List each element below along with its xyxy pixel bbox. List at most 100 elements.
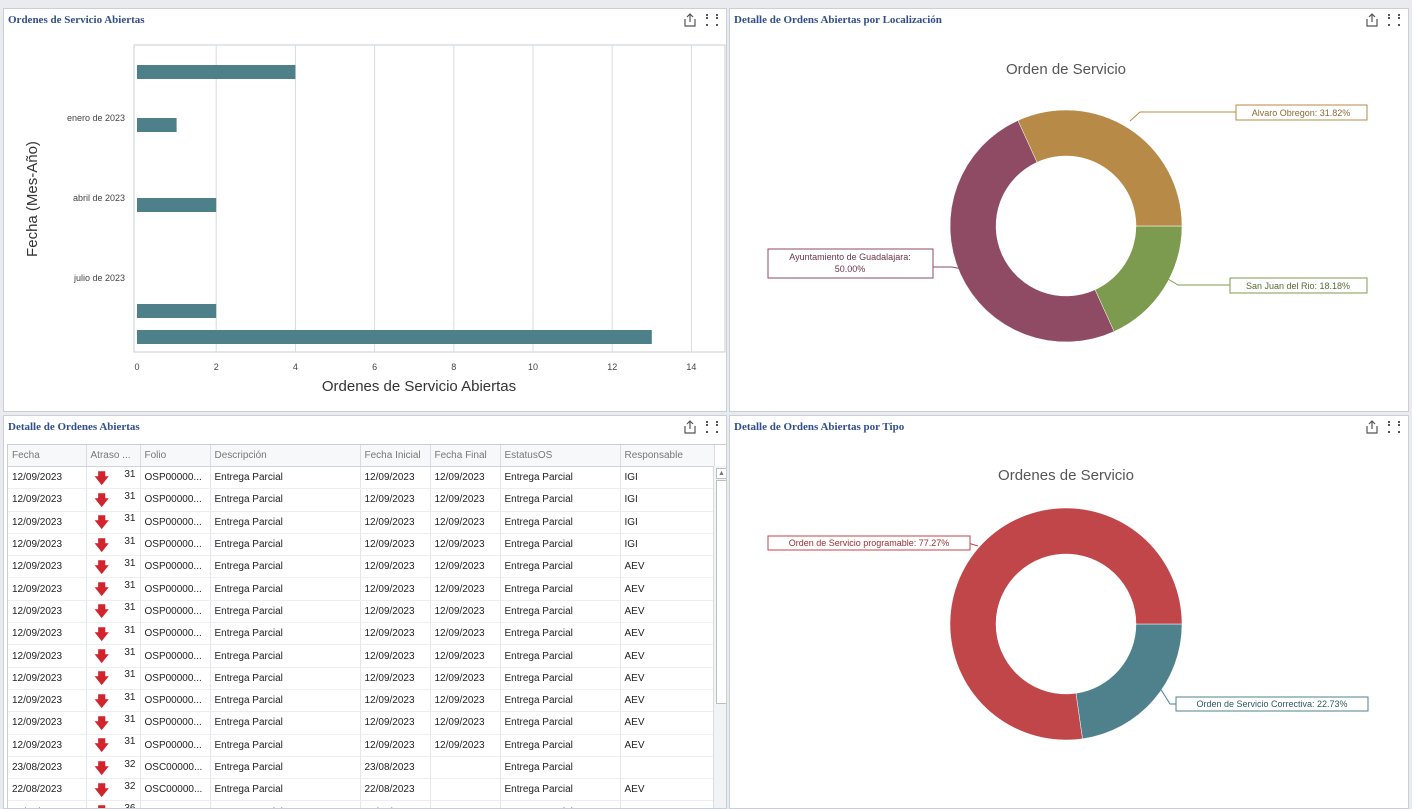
- table-cell: 25/04/2023: [8, 800, 87, 808]
- table-cell: IGI: [620, 511, 715, 534]
- table-row[interactable]: 22/08/2023 🡇 32 OSC00000... Entrega Parcial 2…: [8, 778, 715, 802]
- table-cell: 🡇 36: [86, 800, 141, 808]
- table-row[interactable]: 12/09/2023 🡇 31 OSP00000... Entrega Parcial 1…: [8, 533, 715, 557]
- scroll-thumb[interactable]: [716, 480, 726, 704]
- scroll-up-icon[interactable]: ▲: [716, 468, 726, 479]
- table-row[interactable]: 12/09/2023 🡇 31 OSP00000... Entrega Parcial 1…: [8, 644, 715, 668]
- table-row[interactable]: 12/09/2023 🡇 31 OSP00000... Entrega Parcial 1…: [8, 466, 715, 490]
- delay-value: 31: [124, 736, 136, 748]
- y-tick-label: abril de 2023: [73, 193, 125, 203]
- vertical-scrollbar[interactable]: ▲: [713, 466, 726, 808]
- delay-value: 31: [124, 557, 136, 569]
- table-cell: 🡇 31: [86, 711, 141, 735]
- table-cell: 12/09/2023: [360, 555, 431, 579]
- table-cell: 12/09/2023: [360, 711, 431, 735]
- column-header[interactable]: Fecha: [8, 445, 87, 467]
- table-cell: OSP00000...: [140, 533, 211, 557]
- table-cell: OSP00000...: [140, 644, 211, 668]
- table-cell: [430, 800, 501, 808]
- table-cell: Entrega Parcial: [500, 734, 621, 757]
- x-tick-label: 0: [134, 362, 139, 372]
- table-row[interactable]: 25/04/2023🡇36OSC00000...Entrega Parcial2…: [8, 800, 715, 808]
- table-cell: 12/09/2023: [8, 734, 87, 757]
- y-axis-label: Fecha (Mes-Año): [24, 141, 41, 257]
- table-row[interactable]: 23/08/2023 🡇 32 OSC00000... Entrega Parcial 2…: [8, 756, 715, 780]
- table-row[interactable]: 12/09/2023 🡇 31 OSP00000... Entrega Parcial 1…: [8, 711, 715, 735]
- column-header[interactable]: EstatusOS: [500, 445, 621, 467]
- table-cell: 23/08/2023: [8, 756, 87, 780]
- table-row[interactable]: 12/09/2023 🡇 31 OSP00000... Entrega Parcial 1…: [8, 689, 715, 713]
- orders-grid: Fecha Atraso ... Folio Descripción Fecha Ini…: [7, 444, 726, 808]
- table-cell: Entrega Parcial: [500, 466, 621, 490]
- table-cell: 12/09/2023: [430, 689, 501, 713]
- donut-slice: [1094, 225, 1183, 332]
- table-cell: 12/09/2023: [8, 488, 87, 512]
- table-cell: 12/09/2023: [360, 577, 431, 601]
- down-arrow-icon: 🡇: [94, 714, 109, 731]
- table-row[interactable]: 12/09/2023 🡇 31 OSP00000... Entrega Parcial 1…: [8, 555, 715, 579]
- table-cell: OSC00000...: [140, 756, 211, 780]
- table-cell: [430, 756, 501, 780]
- down-arrow-icon: 🡇: [94, 536, 109, 553]
- delay-value: 31: [124, 580, 136, 592]
- label-programable: Orden de Servicio programable: 77.27%: [789, 538, 950, 548]
- table-cell: 🡇 32: [86, 778, 141, 802]
- table-cell: AEV: [620, 644, 715, 668]
- label-ayuntamiento-line1: Ayuntamiento de Guadalajara:: [789, 252, 910, 262]
- table-row[interactable]: 12/09/2023 🡇 31 OSP00000... Entrega Parcial 1…: [8, 577, 715, 601]
- table-cell: 12/09/2023: [8, 689, 87, 713]
- table-cell: OSP00000...: [140, 511, 211, 534]
- table-cell: OSP00000...: [140, 711, 211, 735]
- table-cell: 12/09/2023: [360, 734, 431, 757]
- column-header[interactable]: Atraso ...: [86, 445, 141, 467]
- leader-line-correctiva: [1159, 687, 1176, 705]
- x-tick-label: 8: [451, 362, 456, 372]
- table-cell: 🡇 31: [86, 577, 141, 601]
- table-cell: Entrega Parcial: [210, 689, 361, 713]
- bar: [137, 330, 652, 344]
- table-cell: 12/09/2023: [8, 555, 87, 579]
- orders-table: Fecha Atraso ... Folio Descripción Fecha Ini…: [8, 445, 715, 808]
- table-row[interactable]: 12/09/2023 🡇 31 OSP00000... Entrega Parcial 1…: [8, 511, 715, 534]
- table-cell: OSP00000...: [140, 689, 211, 713]
- table-cell: Entrega Parcial: [500, 622, 621, 646]
- column-header[interactable]: Folio: [140, 445, 211, 467]
- table-cell: Entrega Parcial: [210, 778, 361, 802]
- table-cell: AEV: [620, 689, 715, 713]
- x-tick-label: 2: [214, 362, 219, 372]
- table-row[interactable]: 12/09/2023 🡇 31 OSP00000... Entrega Parcial 1…: [8, 667, 715, 690]
- table-cell: OSP00000...: [140, 667, 211, 690]
- table-row[interactable]: 12/09/2023 🡇 31 OSP00000... Entrega Parcial 1…: [8, 622, 715, 646]
- table-cell: OSP00000...: [140, 734, 211, 757]
- delay-value: 31: [124, 490, 136, 502]
- table-cell: Entrega Parcial: [210, 511, 361, 534]
- table-cell: 12/09/2023: [8, 466, 87, 490]
- table-cell: AEV: [620, 778, 715, 802]
- table-cell: 12/09/2023: [360, 644, 431, 668]
- column-header[interactable]: Descripción: [210, 445, 361, 467]
- table-cell: AEV: [620, 734, 715, 757]
- table-cell: 12/09/2023: [360, 667, 431, 690]
- table-cell: Entrega Parcial: [210, 622, 361, 646]
- table-row[interactable]: 12/09/2023 🡇 31 OSP00000... Entrega Parcial 1…: [8, 488, 715, 512]
- table-row[interactable]: 12/09/2023 🡇 31 OSP00000... Entrega Parcial 1…: [8, 734, 715, 757]
- export-icon[interactable]: [682, 419, 698, 435]
- table-cell: 25/04/2023: [360, 800, 431, 808]
- table-cell: 12/09/2023: [430, 466, 501, 490]
- table-cell: Entrega Parcial: [210, 644, 361, 668]
- table-cell: Entrega Parcial: [210, 488, 361, 512]
- table-cell: 12/09/2023: [360, 600, 431, 624]
- table-cell: 12/09/2023: [430, 667, 501, 690]
- table-row[interactable]: 12/09/2023 🡇 31 OSP00000... Entrega Parcial 1…: [8, 600, 715, 624]
- column-header[interactable]: Responsable: [620, 445, 715, 467]
- column-header[interactable]: Fecha Final: [430, 445, 501, 467]
- table-cell: AEV: [620, 711, 715, 735]
- maximize-icon[interactable]: [704, 419, 720, 435]
- table-cell: 🡇 31: [86, 644, 141, 668]
- column-header[interactable]: Fecha Inicial: [360, 445, 431, 467]
- x-tick-label: 14: [686, 362, 696, 372]
- chart-title: Ordenes de Servicio: [998, 467, 1134, 484]
- down-arrow-icon: 🡇: [94, 692, 109, 709]
- table-cell: 🡇 31: [86, 689, 141, 713]
- down-arrow-icon: 🡇: [94, 648, 109, 665]
